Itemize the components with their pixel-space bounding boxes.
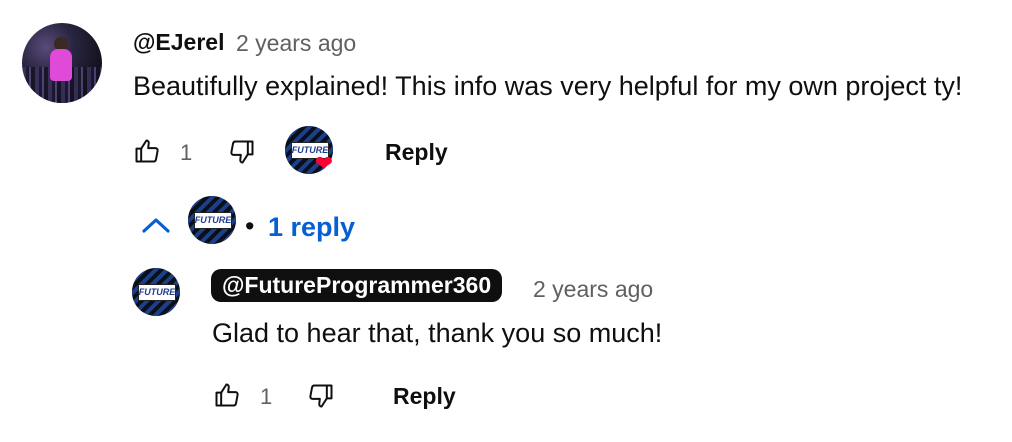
reply-like-button[interactable]: [213, 381, 241, 409]
avatar-logo-plate: FUTURE: [137, 284, 177, 301]
replies-toggle-link[interactable]: 1 reply: [268, 212, 355, 243]
thumbs-up-icon: [133, 137, 161, 165]
reply-author-avatar[interactable]: FUTURE: [132, 268, 180, 316]
dislike-button[interactable]: [228, 138, 256, 166]
avatar-logo-text: FUTURE: [138, 287, 176, 297]
reply-author-chip[interactable]: @FutureProgrammer360: [211, 269, 503, 302]
chevron-up-icon: [140, 214, 172, 236]
avatar-logo-plate: FUTURE: [193, 212, 233, 229]
comment-text: Beautifully explained! This info was ver…: [133, 71, 963, 101]
reply-timestamp[interactable]: 2 years ago: [533, 276, 653, 303]
replier-avatar-summary: FUTURE: [188, 196, 236, 244]
thumbs-down-icon: [228, 138, 256, 166]
reply-author: @FutureProgrammer360: [222, 271, 492, 298]
reply-text: Glad to hear that, thank you so much!: [212, 318, 663, 348]
avatar-logo-text: FUTURE: [194, 215, 232, 225]
comment-timestamp[interactable]: 2 years ago: [236, 30, 356, 57]
reply-button[interactable]: Reply: [385, 139, 448, 166]
heart-icon: ❤: [314, 151, 334, 176]
like-count: 1: [180, 140, 193, 165]
reply-like-count: 1: [260, 384, 273, 409]
avatar-figure-body: [50, 49, 72, 81]
comment-author[interactable]: @EJerel: [133, 29, 224, 56]
thumbs-up-icon: [213, 381, 241, 409]
separator-bullet: •: [245, 211, 255, 241]
reply-reply-button[interactable]: Reply: [393, 383, 456, 410]
reply-dislike-button[interactable]: [307, 382, 335, 410]
collapse-replies-button[interactable]: [140, 214, 172, 236]
like-button[interactable]: [133, 137, 161, 165]
thumbs-down-icon: [307, 382, 335, 410]
commenter-avatar[interactable]: [22, 23, 102, 103]
